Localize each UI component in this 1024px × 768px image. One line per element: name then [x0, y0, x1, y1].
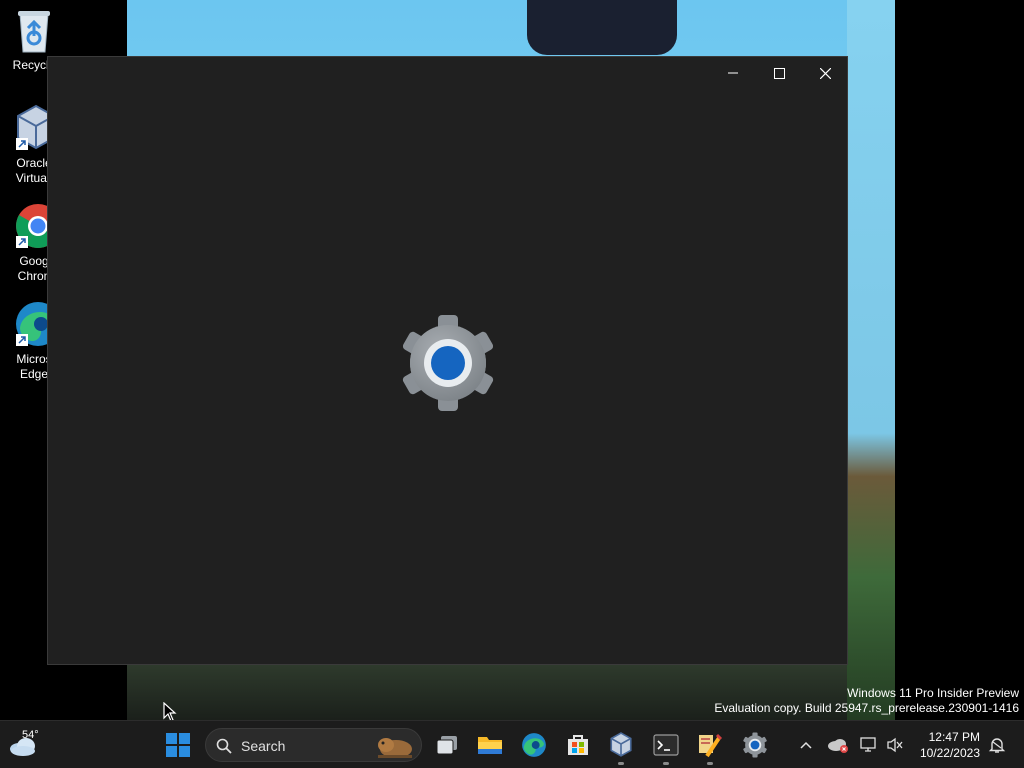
store-button[interactable]	[560, 727, 596, 763]
tools-icon	[699, 733, 723, 758]
store-icon	[568, 735, 588, 755]
settings-taskbar-button[interactable]	[737, 727, 773, 763]
running-indicator	[618, 762, 624, 765]
virtualbox-icon	[610, 732, 632, 757]
onedrive-status-button[interactable]	[820, 727, 856, 763]
start-icon	[166, 733, 190, 757]
virtualbox-taskbar-button[interactable]	[603, 727, 639, 765]
running-indicator	[707, 762, 713, 765]
file-explorer-button[interactable]	[472, 727, 508, 763]
weather-widget[interactable]: 54°	[6, 727, 66, 763]
file-explorer-icon	[478, 737, 502, 754]
settings-icon	[743, 732, 767, 758]
maximize-icon	[773, 67, 785, 79]
minimize-button[interactable]	[710, 57, 756, 89]
search-placeholder: Search	[241, 738, 286, 754]
network-icon	[860, 737, 876, 752]
onedrive-error-icon	[828, 739, 848, 753]
settings-gear-icon	[400, 315, 500, 415]
task-view-icon	[436, 736, 457, 755]
recycle-bin-icon	[14, 8, 54, 53]
system-clock[interactable]: 12:47 PM 10/22/2023	[920, 729, 980, 761]
clock-time: 12:47 PM	[928, 730, 980, 744]
volume-muted-icon	[887, 737, 903, 753]
mouse-cursor-icon	[163, 702, 177, 722]
show-hidden-icons-button[interactable]	[788, 727, 824, 763]
search-icon	[216, 738, 232, 754]
weather-temperature: 54°	[22, 729, 39, 741]
notification-bell-icon	[988, 738, 1006, 753]
taskbar-search-box[interactable]: Search	[205, 728, 422, 762]
edge-icon	[522, 733, 546, 757]
maximize-button[interactable]	[756, 57, 802, 89]
volume-button[interactable]	[878, 727, 912, 763]
watermark-edition: Windows 11 Pro Insider Preview	[847, 686, 1019, 700]
clock-date: 10/22/2023	[919, 746, 980, 760]
terminal-button[interactable]	[648, 727, 684, 765]
terminal-icon	[653, 734, 679, 756]
wallpaper-dark-shape	[527, 0, 677, 55]
notifications-button[interactable]	[982, 727, 1012, 763]
close-icon	[819, 67, 831, 79]
chevron-up-icon	[800, 741, 812, 749]
watermark-build: Evaluation copy. Build 25947.rs_prerelea…	[714, 701, 1019, 715]
wallpaper-right-strip	[847, 0, 895, 722]
search-highlight-icon	[378, 738, 412, 758]
running-indicator	[663, 762, 669, 765]
edge-taskbar-button[interactable]	[516, 727, 552, 763]
task-view-button[interactable]	[429, 727, 465, 763]
close-button[interactable]	[802, 57, 848, 89]
tools-button[interactable]	[692, 727, 728, 765]
start-button[interactable]	[160, 727, 196, 763]
settings-window[interactable]	[47, 56, 848, 665]
minimize-icon	[728, 72, 738, 74]
taskbar: 54° Search 12:47 PM 10/22/2023	[0, 720, 1024, 768]
